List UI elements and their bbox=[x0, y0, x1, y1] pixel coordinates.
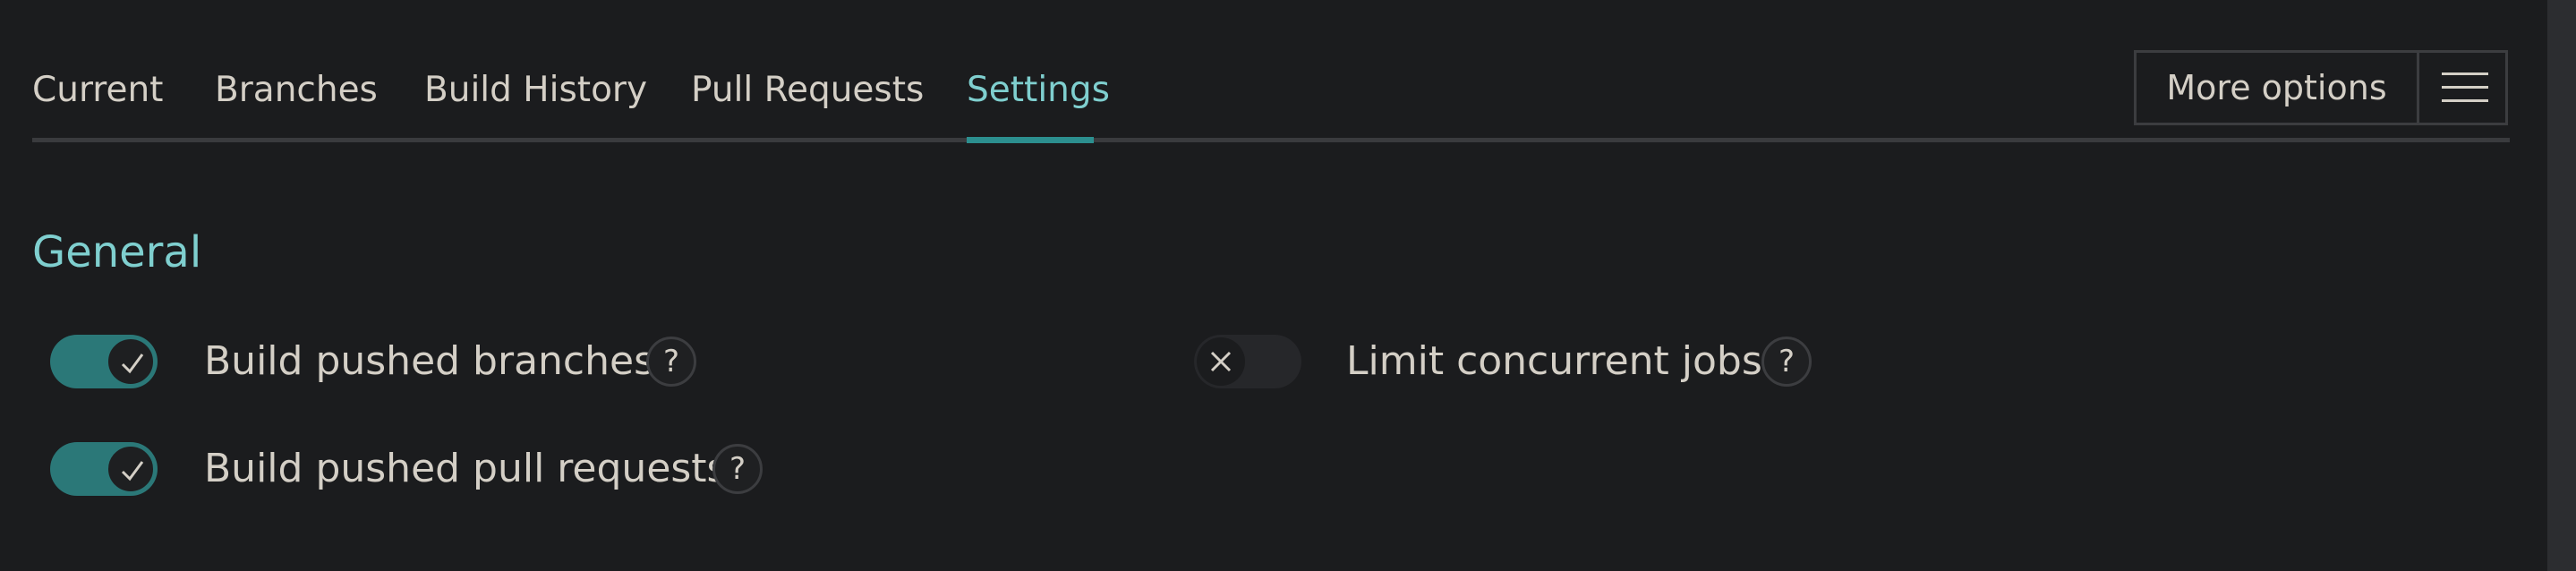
setting-label: Limit concurrent jobs bbox=[1346, 338, 1762, 384]
toggle-knob bbox=[1197, 337, 1245, 386]
tab-branches[interactable]: Branches bbox=[215, 68, 378, 113]
build-pushed-pull-requests-toggle[interactable] bbox=[50, 442, 158, 496]
help-icon[interactable]: ? bbox=[712, 444, 763, 494]
toggle-knob bbox=[107, 337, 155, 386]
setting-limit-concurrent-jobs: Limit concurrent jobs ? bbox=[1194, 331, 1821, 394]
help-icon[interactable]: ? bbox=[1761, 337, 1812, 387]
settings-page: Current Branches Build History Pull Requ… bbox=[0, 0, 2576, 571]
tab-divider bbox=[32, 138, 2510, 142]
limit-concurrent-jobs-toggle[interactable] bbox=[1194, 335, 1301, 388]
section-title: General bbox=[32, 227, 202, 277]
scrollbar[interactable] bbox=[2547, 0, 2576, 571]
tab-build-history[interactable]: Build History bbox=[424, 68, 647, 113]
menu-button[interactable] bbox=[2417, 50, 2508, 125]
help-icon[interactable]: ? bbox=[646, 337, 696, 387]
close-icon bbox=[1210, 351, 1232, 372]
build-pushed-branches-toggle[interactable] bbox=[50, 335, 158, 388]
tab-settings[interactable]: Settings bbox=[967, 68, 1110, 113]
more-options-button[interactable]: More options bbox=[2134, 50, 2417, 125]
active-tab-indicator bbox=[967, 137, 1094, 143]
setting-build-pushed-pull-requests: Build pushed pull requests ? bbox=[50, 439, 784, 501]
setting-label: Build pushed pull requests bbox=[204, 446, 728, 491]
setting-build-pushed-branches: Build pushed branches ? bbox=[50, 331, 730, 394]
setting-label: Build pushed branches bbox=[204, 338, 654, 384]
check-icon bbox=[121, 461, 144, 482]
tab-current[interactable]: Current bbox=[32, 68, 163, 113]
check-icon bbox=[121, 354, 144, 374]
tab-pull-requests[interactable]: Pull Requests bbox=[691, 68, 924, 113]
hamburger-icon bbox=[2442, 72, 2488, 102]
toggle-knob bbox=[107, 445, 155, 493]
